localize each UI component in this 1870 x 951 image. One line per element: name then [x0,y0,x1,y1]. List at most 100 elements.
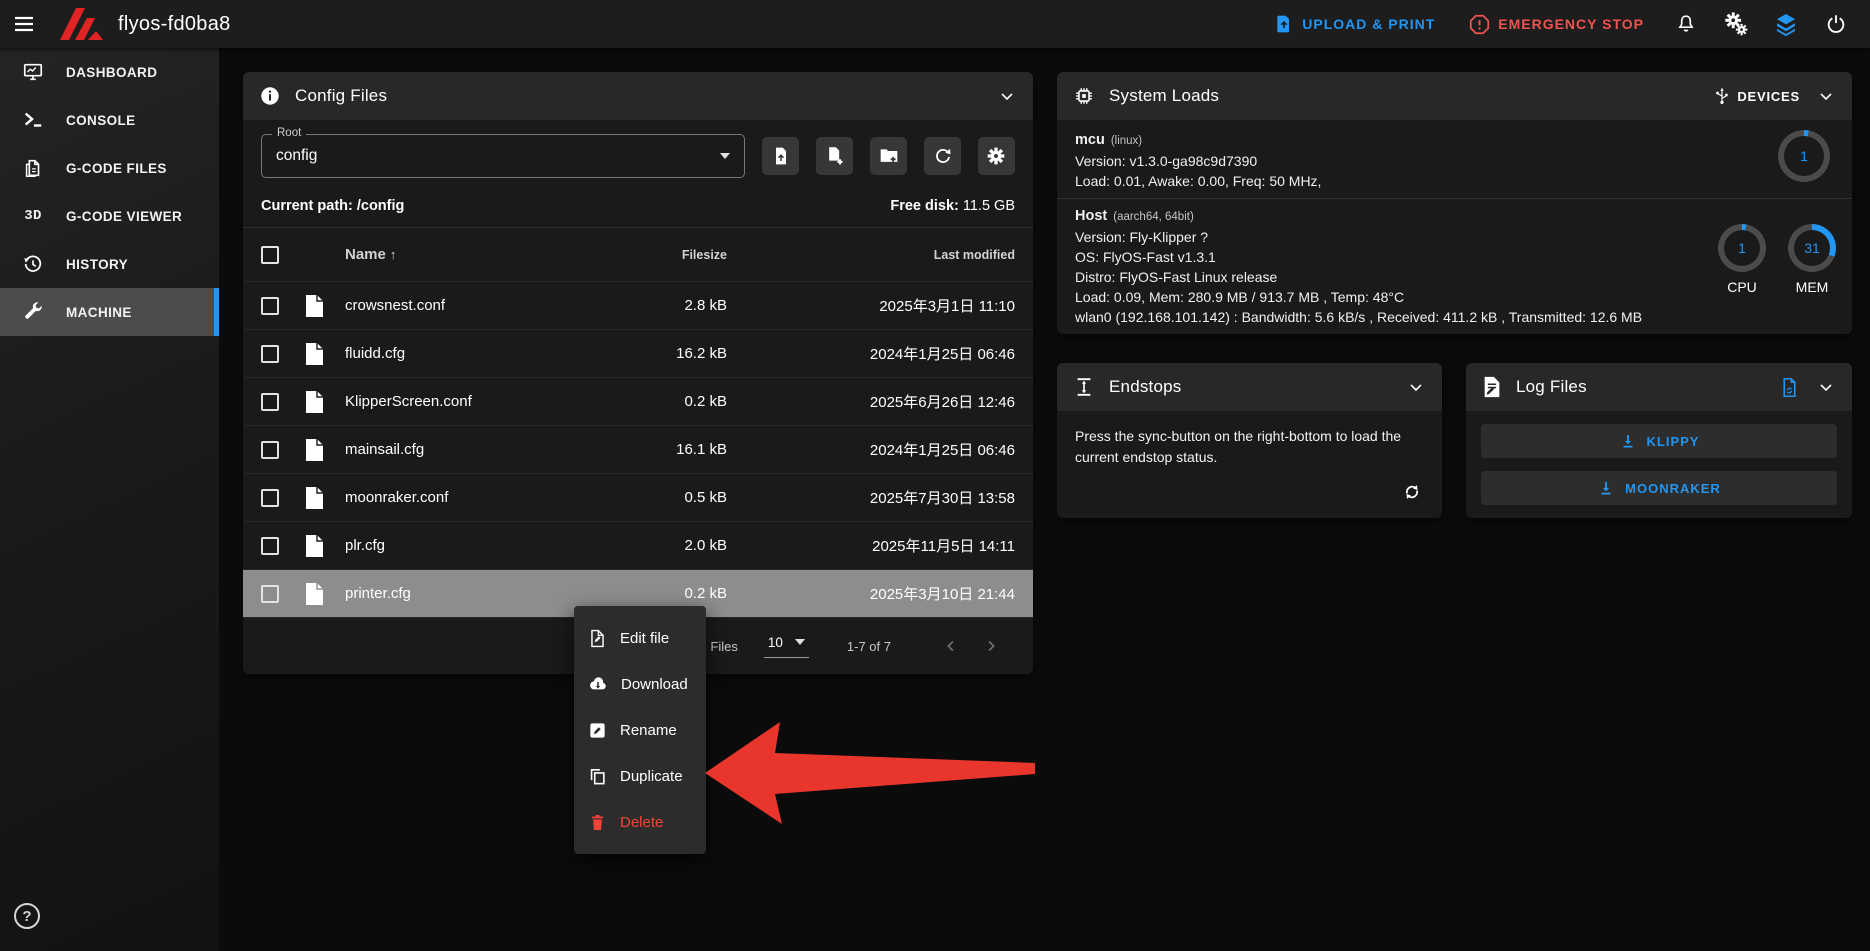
endstop-icon [1073,376,1095,398]
sidebar-item-history[interactable]: HISTORY [0,240,219,288]
collapse-chevron-icon[interactable] [1816,86,1836,106]
per-page-select[interactable]: 10 [764,635,809,658]
table-row[interactable]: fluidd.cfg 16.2 kB 2024年1月25日 06:46 [243,330,1033,378]
chevron-right-icon [982,637,1000,655]
host-name: Host [1075,208,1107,224]
row-checkbox[interactable] [261,537,279,555]
create-file-button[interactable] [816,137,853,175]
table-row[interactable]: moonraker.conf 0.5 kB 2025年7月30日 13:58 [243,474,1033,522]
section-divider [1057,198,1852,199]
upload-file-button[interactable] [762,137,799,175]
refresh-button[interactable] [924,137,961,175]
row-checkbox[interactable] [261,393,279,411]
mcu-arch: (linux) [1111,135,1142,147]
next-page-button[interactable] [971,626,1011,666]
table-row[interactable]: KlipperScreen.conf 0.2 kB 2025年6月26日 12:… [243,378,1033,426]
select-caret-icon [720,153,730,159]
sidebar-nav: DASHBOARD CONSOLE G-CODE FILES 3D G-CODE… [0,48,219,951]
mcu-name: mcu [1075,132,1105,148]
endstop-sync-button[interactable] [1394,474,1430,510]
file-upload-icon [771,146,791,166]
wrench-icon [20,301,46,323]
endstops-panel: Endstops Press the sync-button on the ri… [1057,363,1442,518]
file-refresh-icon[interactable] [1779,377,1800,398]
devices-button[interactable]: DEVICES [1714,87,1800,105]
power-icon[interactable] [1816,4,1856,44]
dashboard-icon [20,61,46,83]
row-checkbox[interactable] [261,345,279,363]
row-checkbox[interactable] [261,441,279,459]
notifications-bell-icon[interactable] [1666,4,1706,44]
collapse-chevron-icon[interactable] [1406,377,1426,397]
file-icon [305,535,324,557]
row-checkbox[interactable] [261,585,279,603]
log-file-icon [1482,376,1502,398]
settings-gears-icon[interactable] [1716,4,1756,44]
table-row[interactable]: mainsail.cfg 16.1 kB 2024年1月25日 06:46 [243,426,1033,474]
duplicate-icon [588,767,607,786]
panel-title: Config Files [295,86,387,106]
column-last-modified[interactable]: Last modified [727,248,1015,262]
download-klippy-log-button[interactable]: KLIPPY [1481,424,1837,458]
upload-print-button[interactable]: UPLOAD & PRINT [1262,6,1447,42]
menu-item-rename[interactable]: Rename [574,707,706,753]
collapse-chevron-icon[interactable] [997,86,1017,106]
file-settings-button[interactable] [978,137,1015,175]
mcu-load-gauge: 1 [1778,130,1830,182]
config-files-header: Config Files [243,72,1033,120]
mcu-load: Load: 0.01, Awake: 0.00, Freq: 50 MHz, [1075,171,1834,191]
root-select-label: Root [272,127,306,139]
file-upload-icon [1274,14,1294,34]
menu-item-download[interactable]: Download [574,661,706,707]
sidebar-item-label: HISTORY [66,257,128,272]
history-icon [20,253,46,275]
usb-icon [1714,87,1730,105]
sidebar-item-console[interactable]: CONSOLE [0,96,219,144]
menu-item-delete[interactable]: Delete [574,799,706,845]
info-icon [259,85,281,107]
gcode-files-icon [20,157,46,179]
endstops-header: Endstops [1057,363,1442,411]
gear-icon [986,146,1006,166]
row-checkbox[interactable] [261,489,279,507]
download-moonraker-log-button[interactable]: MOONRAKER [1481,471,1837,505]
file-icon [305,487,324,509]
app-logo-icon [56,6,108,42]
delete-trash-icon [588,813,607,832]
row-checkbox[interactable] [261,297,279,315]
mem-gauge-label: MEM [1796,279,1829,295]
download-icon [1597,479,1615,497]
menu-icon[interactable] [0,0,48,48]
select-all-checkbox[interactable] [261,246,279,264]
sidebar-item-label: G-CODE FILES [66,161,167,176]
updates-layers-icon[interactable] [1766,4,1806,44]
cpu-gauge: 1 CPU [1718,224,1766,295]
table-row[interactable]: plr.cfg 2.0 kB 2025年11月5日 14:11 [243,522,1033,570]
emergency-stop-button[interactable]: EMERGENCY STOP [1457,6,1656,42]
sidebar-item-gcode-files[interactable]: G-CODE FILES [0,144,219,192]
system-loads-header: System Loads DEVICES [1057,72,1852,120]
download-icon [1619,432,1637,450]
menu-item-duplicate[interactable]: Duplicate [574,753,706,799]
help-icon[interactable]: ? [14,903,40,929]
red-pointer-arrow [700,712,1040,832]
root-select[interactable]: Root config [261,134,745,178]
free-disk: Free disk: 11.5 GB [890,198,1015,214]
system-loads-panel: System Loads DEVICES mcu (linux) Version:… [1057,72,1852,334]
file-icon [305,343,324,365]
cloud-download-icon [588,674,608,694]
previous-page-button[interactable] [931,626,971,666]
mcu-version: Version: v1.3.0-ga98c9d7390 [1075,151,1834,171]
sidebar-item-gcode-viewer[interactable]: 3D G-CODE VIEWER [0,192,219,240]
edit-file-icon [588,629,607,648]
collapse-chevron-icon[interactable] [1816,377,1836,397]
sidebar-item-dashboard[interactable]: DASHBOARD [0,48,219,96]
column-filesize[interactable]: Filesize [597,248,727,262]
sidebar-item-machine[interactable]: MACHINE [0,288,219,336]
gcode-viewer-3d-icon: 3D [20,208,46,224]
column-name[interactable]: Name↑ [345,246,597,263]
table-row[interactable]: crowsnest.conf 2.8 kB 2025年3月1日 11:10 [243,282,1033,330]
create-folder-button[interactable] [870,137,907,175]
cpu-chip-icon [1073,85,1095,107]
menu-item-edit-file[interactable]: Edit file [574,615,706,661]
